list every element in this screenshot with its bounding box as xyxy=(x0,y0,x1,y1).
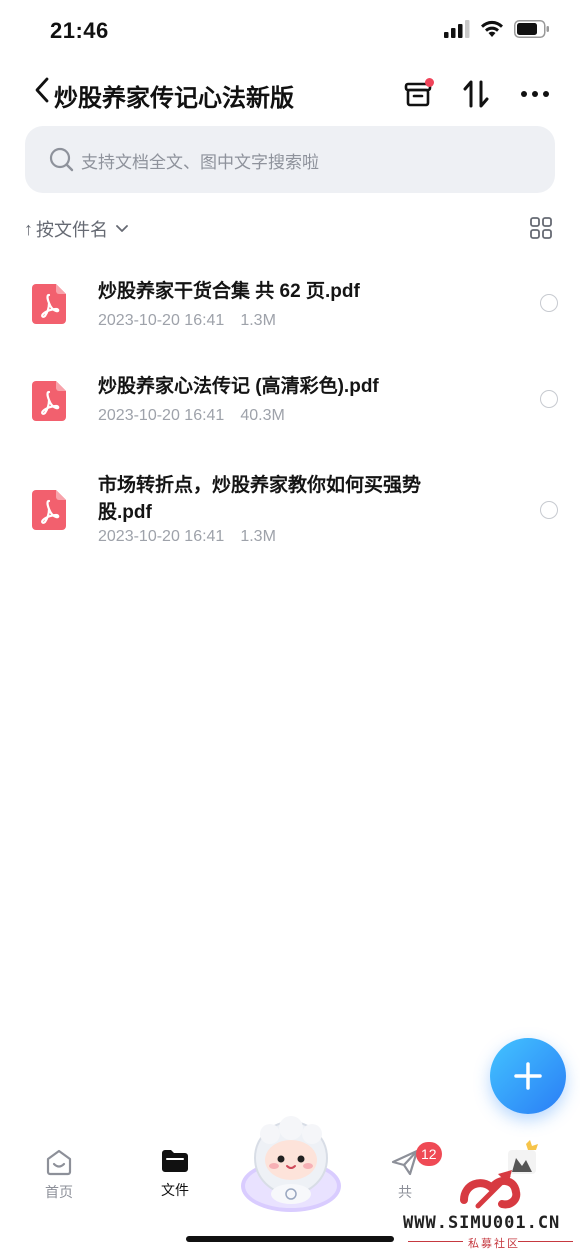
select-radio[interactable] xyxy=(540,294,558,312)
tab-home[interactable]: 首页 xyxy=(29,1148,89,1202)
search-placeholder: 支持文档全文、图中文字搜索啦 xyxy=(81,153,319,172)
file-date: 2023-10-20 16:41 xyxy=(98,407,225,424)
file-name: 市场转折点，炒股养家教你如何买强势股.pdf xyxy=(98,475,422,523)
watermark: WWW.SIMU001.CN 私募社区 xyxy=(400,1148,580,1255)
home-icon xyxy=(46,1149,72,1176)
pdf-file-icon xyxy=(32,490,66,530)
pdf-file-icon xyxy=(32,381,66,421)
recycle-bin-button[interactable] xyxy=(398,74,438,114)
file-list-item[interactable]: 炒股养家干货合集 共 62 页.pdf 2023-10-20 16:41 1.3… xyxy=(0,262,580,348)
file-date: 2023-10-20 16:41 xyxy=(98,312,225,329)
file-size: 40.3M xyxy=(240,407,285,424)
more-dots-icon xyxy=(521,91,549,97)
select-radio[interactable] xyxy=(540,501,558,519)
sort-row: ↑ 按文件名 xyxy=(0,212,580,246)
cellular-signal-icon xyxy=(444,20,470,38)
folder-icon xyxy=(162,1150,188,1172)
tab-label: 文件 xyxy=(161,1182,189,1198)
file-list-item[interactable]: 炒股养家心法传记 (高清彩色).pdf 2023-10-20 16:41 40.… xyxy=(0,359,580,445)
plus-icon xyxy=(514,1062,542,1090)
sort-arrow-up-icon: ↑ xyxy=(24,218,33,239)
status-icons xyxy=(444,20,550,38)
wifi-icon xyxy=(481,20,503,37)
transfer-button[interactable] xyxy=(456,74,496,114)
nav-bar: 炒股养家传记心法新版 xyxy=(0,66,580,120)
file-meta: 2023-10-20 16:41 40.3M xyxy=(98,407,285,425)
file-size: 1.3M xyxy=(240,528,276,545)
watermark-subtitle: 私募社区 xyxy=(468,1238,520,1250)
search-icon xyxy=(49,147,74,172)
search-input[interactable]: 支持文档全文、图中文字搜索啦 xyxy=(25,126,555,193)
add-button[interactable] xyxy=(490,1038,566,1114)
file-name: 炒股养家干货合集 共 62 页.pdf xyxy=(98,281,360,302)
file-name: 炒股养家心法传记 (高清彩色).pdf xyxy=(98,376,379,397)
battery-icon xyxy=(514,20,549,38)
more-button[interactable] xyxy=(515,74,555,114)
sort-label: 按文件名 xyxy=(36,220,108,240)
status-bar: 21:46 xyxy=(0,0,580,62)
file-size: 1.3M xyxy=(240,312,276,329)
file-list-item[interactable]: 市场转折点，炒股养家教你如何买强势股.pdf 2023-10-20 16:41 … xyxy=(0,464,580,564)
file-meta: 2023-10-20 16:41 1.3M xyxy=(98,312,276,330)
chevron-down-icon xyxy=(116,225,128,232)
mascot-assistant-icon[interactable] xyxy=(240,1116,342,1214)
status-time: 21:46 xyxy=(50,18,109,43)
watermark-url: WWW.SIMU001.CN xyxy=(403,1213,561,1233)
grid-view-icon xyxy=(530,217,552,239)
watermark-divider xyxy=(408,1241,463,1242)
sort-by-name-button[interactable]: ↑ 按文件名 xyxy=(24,216,129,242)
notification-dot xyxy=(425,78,434,87)
chevron-left-icon xyxy=(35,77,49,103)
file-meta: 2023-10-20 16:41 1.3M xyxy=(98,528,276,546)
file-date: 2023-10-20 16:41 xyxy=(98,528,225,545)
watermark-divider xyxy=(518,1241,573,1242)
grid-view-button[interactable] xyxy=(530,217,552,239)
home-indicator xyxy=(186,1236,394,1242)
back-button[interactable] xyxy=(34,76,56,108)
watermark-logo-icon xyxy=(460,1170,521,1209)
page-title: 炒股养家传记心法新版 xyxy=(54,85,294,112)
select-radio[interactable] xyxy=(540,390,558,408)
tab-files[interactable]: 文件 xyxy=(145,1148,205,1200)
pdf-file-icon xyxy=(32,284,66,324)
sort-arrows-icon xyxy=(463,80,489,108)
tab-label: 首页 xyxy=(45,1184,73,1200)
